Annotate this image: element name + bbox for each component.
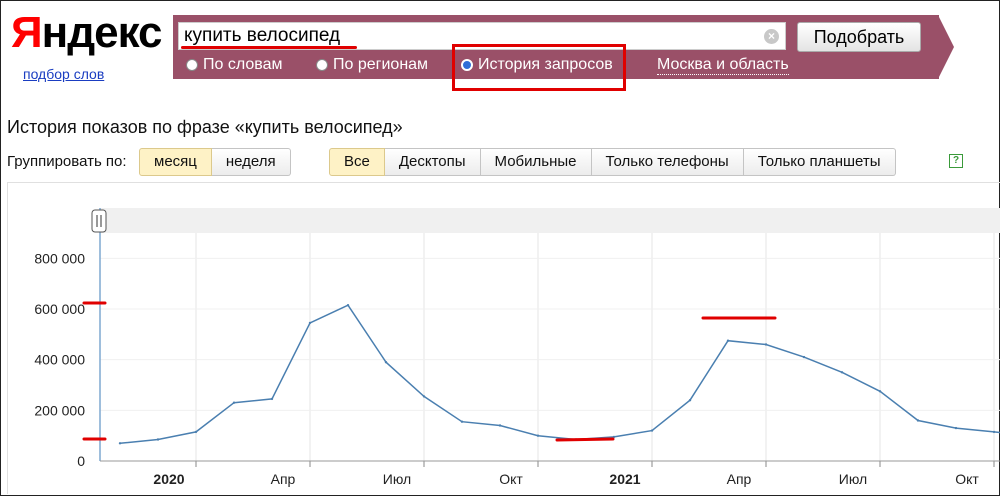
select-button[interactable]: Подобрать: [797, 22, 921, 52]
search-value: купить велосипед: [184, 25, 341, 46]
clear-icon[interactable]: ×: [764, 29, 779, 44]
radio-dot: [316, 59, 328, 71]
radio-by-regions[interactable]: По регионам: [316, 56, 428, 74]
region-link[interactable]: Москва и область: [657, 56, 789, 75]
radio-dot: [186, 59, 198, 71]
radio-by-words[interactable]: По словам: [186, 56, 282, 74]
chart-frame: [7, 182, 1000, 494]
group-toggle: месяц неделя: [139, 148, 291, 176]
group-label: Группировать по:: [7, 153, 127, 170]
wordstat-link[interactable]: подбор слов: [23, 66, 104, 82]
device-toggle: Все Десктопы Мобильные Только телефоны Т…: [329, 148, 896, 176]
group-week-button[interactable]: неделя: [211, 148, 291, 176]
group-month-button[interactable]: месяц: [139, 148, 212, 176]
help-icon[interactable]: ?: [949, 154, 963, 168]
device-tablets-button[interactable]: Только планшеты: [743, 148, 896, 176]
history-highlight-annotation: [452, 44, 626, 91]
logo-rest: ндекс: [41, 8, 163, 57]
device-desktop-button[interactable]: Десктопы: [384, 148, 481, 176]
device-phones-button[interactable]: Только телефоны: [591, 148, 744, 176]
device-all-button[interactable]: Все: [329, 148, 385, 176]
logo-first-letter: Я: [11, 8, 43, 57]
radio-label: По регионам: [333, 56, 429, 73]
yandex-logo[interactable]: Яндекс: [11, 8, 163, 57]
device-mobile-button[interactable]: Мобильные: [480, 148, 592, 176]
search-band-arrow: [938, 15, 954, 79]
radio-label: По словам: [203, 56, 283, 73]
query-underline-annotation: [181, 46, 357, 49]
page-title: История показов по фразе «купить велосип…: [7, 117, 403, 137]
